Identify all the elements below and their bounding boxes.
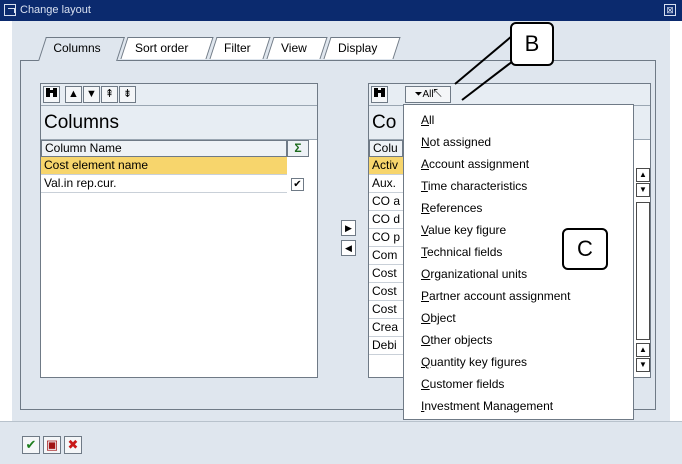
sum-icon[interactable]: Σ — [287, 140, 309, 157]
binoculars-icon[interactable] — [43, 86, 60, 103]
checkbox-icon[interactable]: ✔ — [291, 178, 304, 191]
menu-item[interactable]: References — [421, 199, 482, 217]
scroll-up-icon[interactable]: ▲ — [636, 343, 650, 357]
table-row[interactable]: Com — [369, 247, 403, 265]
table-row[interactable]: Cost — [369, 301, 403, 319]
table-row[interactable]: CO a — [369, 193, 403, 211]
vertical-scrollbar[interactable]: ▲ ▼ ▲ ▼ — [636, 161, 650, 377]
arrow-down-icon[interactable]: ▼ — [83, 86, 100, 103]
title-bar: Change layout ⊠ — [0, 0, 682, 21]
left-toolbar: ▲ ▼ ⇞ ⇟ — [41, 84, 317, 106]
scroll-down-icon[interactable]: ▼ — [636, 183, 650, 197]
tab-display[interactable]: Display — [323, 37, 401, 59]
menu-item[interactable]: Quantity key figures — [421, 353, 527, 371]
footer-bar: ✔ ▣ ✖ — [0, 421, 682, 464]
table-row[interactable]: Val.in rep.cur. — [41, 175, 287, 193]
scroll-track[interactable] — [636, 202, 650, 340]
table-row[interactable]: Crea — [369, 319, 403, 337]
tab-view[interactable]: View — [266, 37, 328, 59]
save-icon[interactable]: ▣ — [43, 436, 61, 454]
menu-item[interactable]: Account assignment — [421, 155, 529, 173]
menu-item[interactable]: All — [421, 111, 434, 129]
menu-item[interactable]: Object — [421, 309, 456, 327]
cursor-icon: ↖ — [433, 89, 442, 100]
tab-filter[interactable]: Filter — [209, 37, 271, 59]
tab-columns[interactable]: Columns — [38, 37, 125, 61]
table-row[interactable]: CO d — [369, 211, 403, 229]
check-icon[interactable]: ✔ — [22, 436, 40, 454]
menu-item[interactable]: Value key figure — [421, 221, 506, 239]
scroll-up-icon[interactable]: ▲ — [636, 168, 650, 182]
table-row[interactable]: Cost — [369, 265, 403, 283]
menu-item[interactable]: Organizational units — [421, 265, 527, 283]
close-icon[interactable]: ⊠ — [664, 4, 676, 16]
binoculars-icon[interactable] — [371, 86, 388, 103]
table-row[interactable]: Cost element name — [41, 157, 287, 175]
left-panel-title: Columns — [41, 106, 317, 140]
table-row[interactable]: CO p — [369, 229, 403, 247]
left-grid: Column Name Σ Cost element name Val.in r… — [41, 140, 317, 377]
right-toolbar: ⏷All↖ — [369, 84, 650, 106]
arrow-top-icon[interactable]: ⇞ — [101, 86, 118, 103]
tab-sort-order[interactable]: Sort order — [120, 37, 214, 59]
menu-item[interactable]: Time characteristics — [421, 177, 527, 195]
column-header-name[interactable]: Column Name — [41, 140, 287, 157]
menu-item[interactable]: Partner account assignment — [421, 287, 570, 305]
arrow-up-icon[interactable]: ▲ — [65, 86, 82, 103]
move-left-icon[interactable]: ◀ — [341, 240, 356, 256]
change-layout-window: Change layout ⊠ Columns Sort order Filte… — [0, 0, 682, 464]
column-header-name[interactable]: Colu — [369, 140, 403, 157]
table-row[interactable]: Aux. — [369, 175, 403, 193]
menu-item[interactable]: Not assigned — [421, 133, 491, 151]
filter-dropdown-button[interactable]: ⏷All↖ — [405, 86, 451, 103]
window-title: Change layout — [20, 4, 91, 16]
window-icon — [4, 4, 16, 16]
columns-panel: ▲ ▼ ⇞ ⇟ Columns Column Name Σ Cost eleme… — [40, 83, 318, 378]
menu-item[interactable]: Customer fields — [421, 375, 504, 393]
table-row[interactable]: Cost — [369, 283, 403, 301]
table-row[interactable]: Debi — [369, 337, 403, 355]
menu-item[interactable]: Other objects — [421, 331, 492, 349]
move-right-icon[interactable]: ▶ — [341, 220, 356, 236]
menu-item[interactable]: Technical fields — [421, 243, 502, 261]
scroll-down-icon[interactable]: ▼ — [636, 358, 650, 372]
callout-b: B — [510, 22, 554, 66]
callout-c: C — [562, 228, 608, 270]
menu-item[interactable]: Investment Management — [421, 397, 553, 415]
arrow-bottom-icon[interactable]: ⇟ — [119, 86, 136, 103]
cancel-icon[interactable]: ✖ — [64, 436, 82, 454]
table-row[interactable]: Activ — [369, 157, 403, 175]
